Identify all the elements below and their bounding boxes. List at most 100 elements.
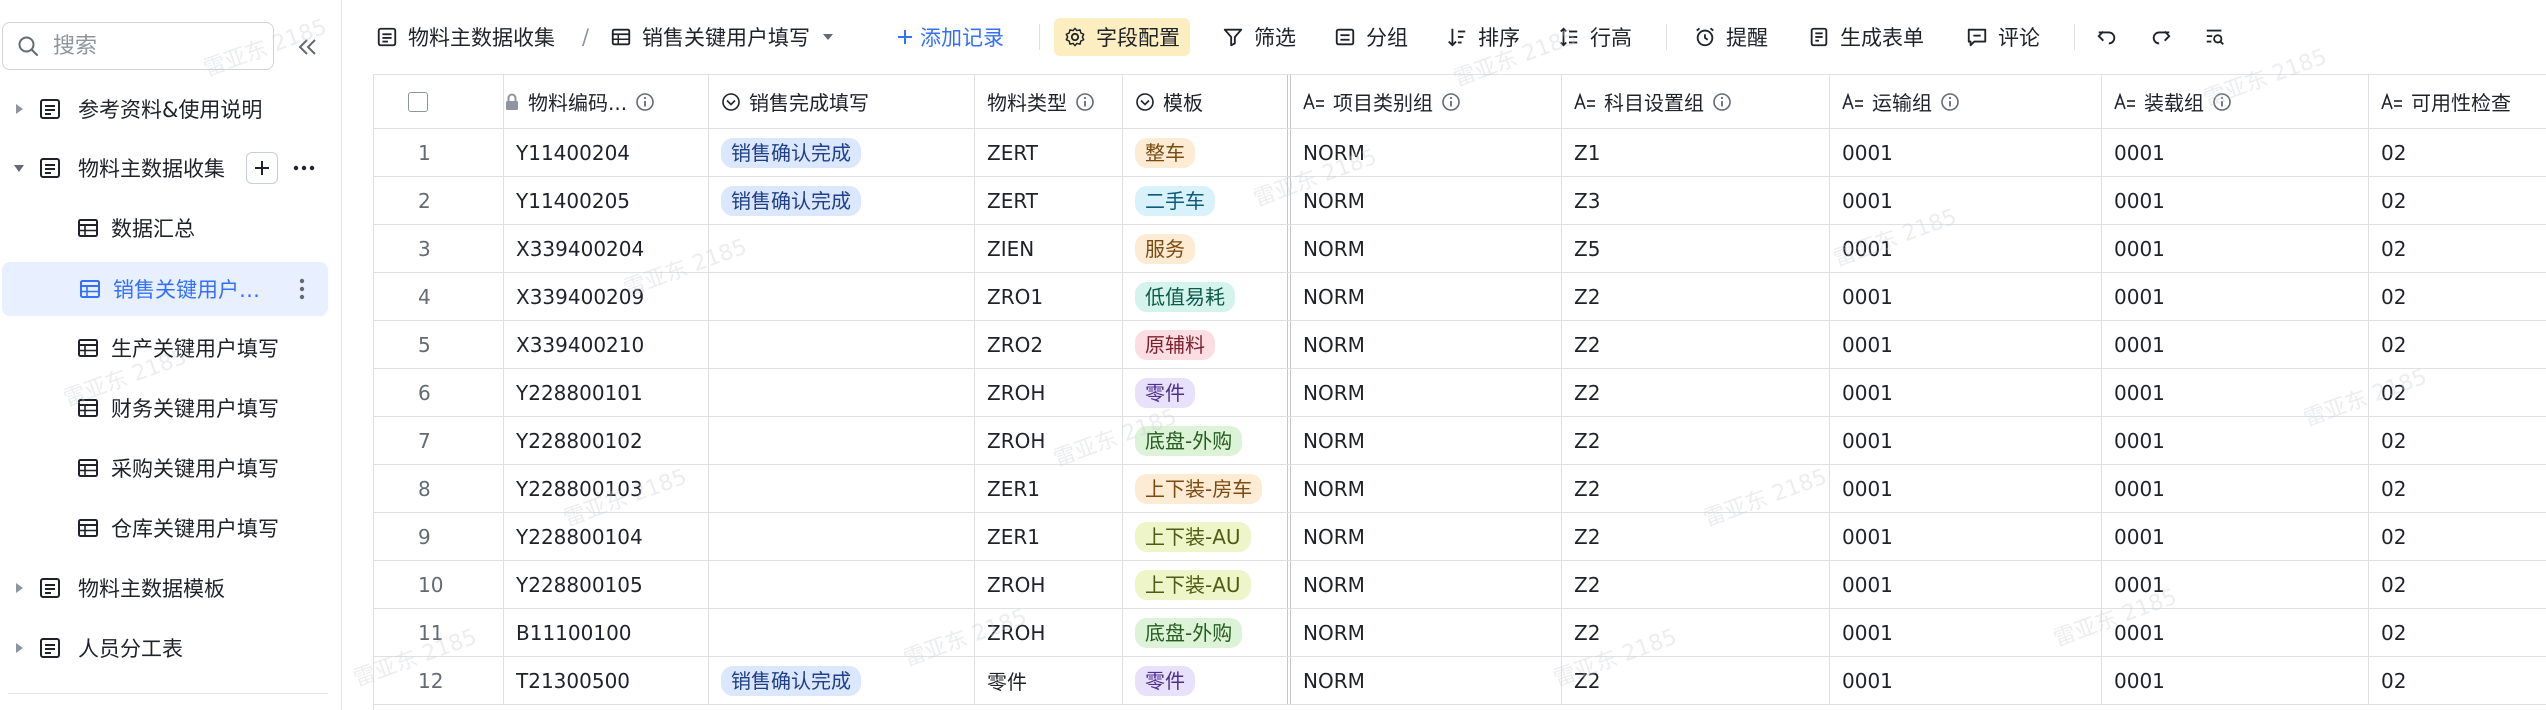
loading-group-cell[interactable]: 0001 <box>2102 417 2369 464</box>
col-header-material-type[interactable]: 物料类型 <box>975 75 1123 128</box>
template-cell[interactable]: 原辅料 <box>1123 321 1291 368</box>
sales-complete-cell[interactable] <box>709 369 975 416</box>
col-header-transport-group[interactable]: 运输组 <box>1830 75 2102 128</box>
sales-complete-cell[interactable] <box>709 417 975 464</box>
field-config-button[interactable]: 字段配置 <box>1054 18 1190 56</box>
material-code-cell[interactable]: B11100100 <box>504 609 709 656</box>
transport-group-cell[interactable]: 0001 <box>1830 129 2102 176</box>
transport-group-cell[interactable]: 0001 <box>1830 321 2102 368</box>
item-category-group-cell[interactable]: NORM <box>1291 321 1562 368</box>
material-type-cell[interactable]: ZER1 <box>975 513 1123 560</box>
loading-group-cell[interactable]: 0001 <box>2102 321 2369 368</box>
table-row[interactable]: 11 B11100100 ZROH 底盘-外购 NORM Z2 0001 0001 02 <box>374 609 2546 657</box>
transport-group-cell[interactable]: 0001 <box>1830 513 2102 560</box>
search-box[interactable] <box>2 22 274 70</box>
availability-check-cell[interactable]: 02 <box>2369 321 2546 368</box>
material-type-cell[interactable]: ZIEN <box>975 225 1123 272</box>
table-row[interactable]: 4 X339400209 ZRO1 低值易耗 NORM Z2 0001 0001 02 <box>374 273 2546 321</box>
availability-check-cell[interactable]: 02 <box>2369 225 2546 272</box>
generate-form-button[interactable]: 生成表单 <box>1808 18 1924 56</box>
search-input[interactable] <box>53 31 253 61</box>
material-code-cell[interactable]: Y228800101 <box>504 369 709 416</box>
sidebar-item-warehouse-key-user[interactable]: 仓库关键用户填写 <box>0 501 330 555</box>
loading-group-cell[interactable]: 0001 <box>2102 657 2369 704</box>
template-cell[interactable]: 零件 <box>1123 657 1291 704</box>
item-category-group-cell[interactable]: NORM <box>1291 513 1562 560</box>
item-category-group-cell[interactable]: NORM <box>1291 465 1562 512</box>
item-category-group-cell[interactable]: NORM <box>1291 561 1562 608</box>
loading-group-cell[interactable]: 0001 <box>2102 177 2369 224</box>
row-number-cell[interactable]: 7 <box>374 417 504 464</box>
col-header-availability-check[interactable]: 可用性检查 <box>2369 75 2546 128</box>
caret-right-icon[interactable] <box>12 102 26 116</box>
material-type-cell[interactable]: ZRO2 <box>975 321 1123 368</box>
sidebar-item-material-collection[interactable]: 物料主数据收集 <box>0 141 330 195</box>
row-number-cell[interactable]: 11 <box>374 609 504 656</box>
row-number-cell[interactable]: 6 <box>374 369 504 416</box>
info-icon[interactable] <box>1075 92 1095 112</box>
availability-check-cell[interactable]: 02 <box>2369 177 2546 224</box>
material-code-cell[interactable]: T21300500 <box>504 657 709 704</box>
table-row[interactable]: 3 X339400204 ZIEN 服务 NORM Z5 0001 0001 02 <box>374 225 2546 273</box>
item-category-group-cell[interactable]: NORM <box>1291 417 1562 464</box>
row-number-cell[interactable]: 4 <box>374 273 504 320</box>
item-category-group-cell[interactable]: NORM <box>1291 609 1562 656</box>
account-group-cell[interactable]: Z2 <box>1562 369 1830 416</box>
sidebar-item-material-template[interactable]: 物料主数据模板 <box>0 561 330 615</box>
find-button[interactable] <box>2204 18 2226 56</box>
add-record-button[interactable]: 添加记录 <box>896 18 1004 56</box>
filter-button[interactable]: 筛选 <box>1222 18 1296 56</box>
caret-down-icon[interactable] <box>12 161 26 175</box>
caret-right-icon[interactable] <box>12 581 26 595</box>
material-code-cell[interactable]: Y228800105 <box>504 561 709 608</box>
item-category-group-cell[interactable]: NORM <box>1291 129 1562 176</box>
account-group-cell[interactable]: Z2 <box>1562 513 1830 560</box>
account-group-cell[interactable]: Z2 <box>1562 273 1830 320</box>
material-code-cell[interactable]: X339400210 <box>504 321 709 368</box>
availability-check-cell[interactable]: 02 <box>2369 657 2546 704</box>
item-category-group-cell[interactable]: NORM <box>1291 225 1562 272</box>
sidebar-item-sales-key-user[interactable]: 销售关键用户填写 <box>2 262 328 316</box>
account-group-cell[interactable]: Z2 <box>1562 465 1830 512</box>
material-type-cell[interactable]: ZROH <box>975 609 1123 656</box>
info-icon[interactable] <box>1441 92 1461 112</box>
account-group-cell[interactable]: Z5 <box>1562 225 1830 272</box>
row-number-cell[interactable]: 3 <box>374 225 504 272</box>
select-all-cell[interactable] <box>374 75 504 128</box>
account-group-cell[interactable]: Z2 <box>1562 657 1830 704</box>
material-type-cell[interactable]: ZERT <box>975 129 1123 176</box>
breadcrumb-current[interactable]: 销售关键用户填写 <box>610 18 834 56</box>
availability-check-cell[interactable]: 02 <box>2369 273 2546 320</box>
sales-complete-cell[interactable] <box>709 321 975 368</box>
row-height-button[interactable]: 行高 <box>1558 18 1632 56</box>
material-code-cell[interactable]: X339400209 <box>504 273 709 320</box>
sales-complete-cell[interactable] <box>709 609 975 656</box>
reminder-button[interactable]: 提醒 <box>1694 18 1768 56</box>
account-group-cell[interactable]: Z3 <box>1562 177 1830 224</box>
sort-button[interactable]: 排序 <box>1446 18 1520 56</box>
template-cell[interactable]: 二手车 <box>1123 177 1291 224</box>
table-row[interactable]: 7 Y228800102 ZROH 底盘-外购 NORM Z2 0001 0001 02 <box>374 417 2546 465</box>
table-row[interactable]: 9 Y228800104 ZER1 上下装-AU NORM Z2 0001 0001 02 <box>374 513 2546 561</box>
caret-right-icon[interactable] <box>12 641 26 655</box>
row-number-cell[interactable]: 10 <box>374 561 504 608</box>
sales-complete-cell[interactable] <box>709 561 975 608</box>
template-cell[interactable]: 上下装-AU <box>1123 561 1291 608</box>
availability-check-cell[interactable]: 02 <box>2369 609 2546 656</box>
material-type-cell[interactable]: ZER1 <box>975 465 1123 512</box>
loading-group-cell[interactable]: 0001 <box>2102 225 2369 272</box>
sidebar-item-data-summary[interactable]: 数据汇总 <box>0 201 330 255</box>
redo-button[interactable] <box>2150 18 2172 56</box>
availability-check-cell[interactable]: 02 <box>2369 465 2546 512</box>
sidebar-item-purchase-key-user[interactable]: 采购关键用户填写 <box>0 441 330 495</box>
account-group-cell[interactable]: Z2 <box>1562 417 1830 464</box>
undo-button[interactable] <box>2096 18 2118 56</box>
table-row[interactable]: 5 X339400210 ZRO2 原辅料 NORM Z2 0001 0001 02 <box>374 321 2546 369</box>
sales-complete-cell[interactable] <box>709 225 975 272</box>
table-row[interactable]: 6 Y228800101 ZROH 零件 NORM Z2 0001 0001 02 <box>374 369 2546 417</box>
table-row[interactable]: 8 Y228800103 ZER1 上下装-房车 NORM Z2 0001 0001 02 <box>374 465 2546 513</box>
material-type-cell[interactable]: ZROH <box>975 561 1123 608</box>
loading-group-cell[interactable]: 0001 <box>2102 273 2369 320</box>
transport-group-cell[interactable]: 0001 <box>1830 657 2102 704</box>
sidebar-item-staff-division[interactable]: 人员分工表 <box>0 621 330 675</box>
